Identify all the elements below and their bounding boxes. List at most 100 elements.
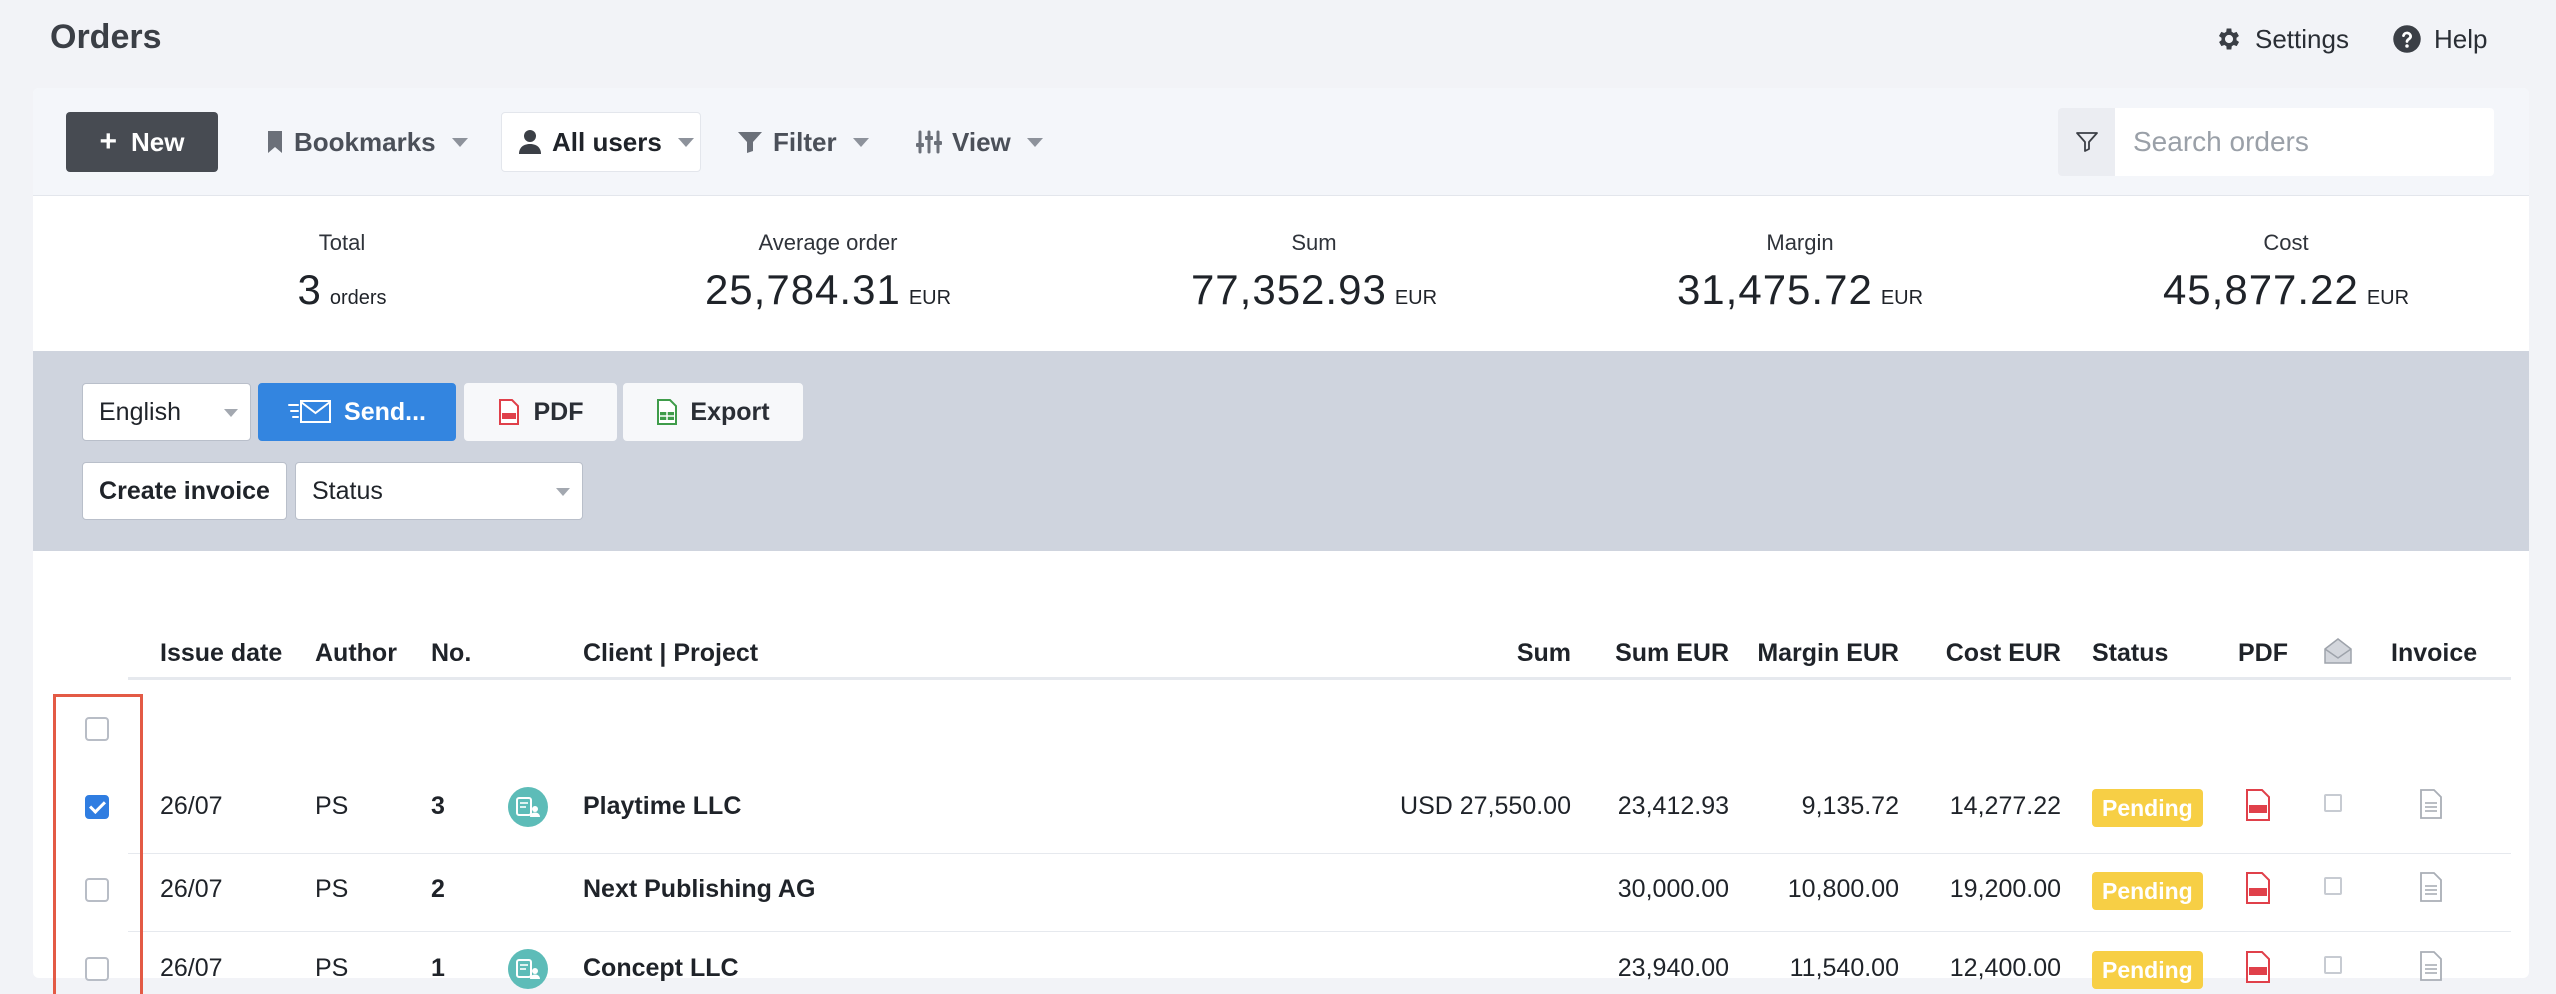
stat-sum: Sum 77,352.93 EUR (1071, 196, 1557, 314)
client-contact-icon (508, 787, 548, 827)
row-cost-eur: 14,277.22 (1949, 792, 2061, 820)
row-number[interactable]: 2 (431, 875, 445, 904)
document-icon[interactable] (2419, 951, 2443, 981)
chevron-down-icon (451, 137, 468, 147)
table-header-divider (128, 677, 2511, 680)
col-author[interactable]: Author (315, 639, 397, 668)
search-input[interactable] (2115, 108, 2494, 176)
col-sum[interactable]: Sum (1413, 639, 1571, 668)
bookmarks-dropdown[interactable]: Bookmarks (266, 112, 468, 172)
row-client[interactable]: Playtime LLC (583, 792, 741, 821)
send-label: Send... (344, 397, 426, 426)
chevron-down-icon (677, 137, 694, 147)
stat-margin: Margin 31,475.72 EUR (1557, 196, 2043, 314)
col-cost-eur[interactable]: Cost EUR (1909, 639, 2061, 668)
col-margin-eur[interactable]: Margin EUR (1739, 639, 1899, 668)
row-client[interactable]: Concept LLC (583, 954, 739, 983)
row-sum-eur: 30,000.00 (1617, 875, 1729, 903)
chevron-down-icon (1026, 137, 1043, 147)
open-envelope-icon (2323, 637, 2353, 665)
stat-cost: Cost 45,877.22 EUR (2043, 196, 2529, 314)
status-badge[interactable]: Pending (2092, 789, 2203, 827)
orders-table: Issue date Author No. Client | Project S… (33, 551, 2529, 994)
stat-average-unit: EUR (908, 287, 952, 309)
toolbar: + New Bookmarks All users Filter View Se… (33, 88, 2529, 196)
all-users-label: All users (552, 126, 662, 157)
row-issue-date: 26/07 (160, 954, 223, 982)
all-users-dropdown[interactable]: All users (501, 112, 701, 172)
row-cost-eur: 12,400.00 (1949, 954, 2061, 982)
row-margin-eur: 9,135.72 (1801, 792, 1899, 820)
stat-margin-label: Margin (1766, 230, 1834, 255)
row-issue-date: 26/07 (160, 792, 223, 820)
stat-total-value: 3 (297, 266, 322, 313)
stat-average-value: 25,784.31 (704, 266, 901, 313)
row-checkbox[interactable] (85, 795, 109, 819)
row-sum-eur: 23,940.00 (1617, 954, 1729, 982)
document-icon[interactable] (2419, 872, 2443, 902)
stat-sum-unit: EUR (1394, 287, 1438, 309)
status-select[interactable]: Status (295, 462, 583, 520)
language-value: English (99, 397, 181, 426)
help-link[interactable]: Help (2392, 20, 2487, 58)
language-select[interactable]: English (82, 383, 251, 441)
settings-link[interactable]: Settings (2215, 20, 2349, 58)
row-margin-eur: 10,800.00 (1787, 875, 1899, 903)
chevron-down-icon (556, 488, 570, 496)
row-author: PS (315, 875, 349, 903)
filter-dropdown[interactable]: Filter (737, 112, 869, 172)
export-label: Export (690, 397, 770, 426)
email-status-icon (2324, 956, 2342, 974)
col-sum-eur[interactable]: Sum EUR (1589, 639, 1729, 668)
new-order-button[interactable]: + New (66, 112, 218, 172)
new-button-label: New (131, 126, 185, 157)
status-select-value: Status (312, 476, 383, 505)
pdf-file-icon[interactable] (2245, 872, 2271, 904)
bookmark-icon (266, 130, 284, 154)
row-sum: USD 27,550.00 (1400, 792, 1571, 820)
col-no[interactable]: No. (431, 639, 471, 668)
row-author: PS (315, 954, 349, 982)
document-icon[interactable] (2419, 789, 2443, 819)
col-issue-date[interactable]: Issue date (160, 639, 282, 668)
row-divider (128, 853, 2511, 854)
stat-total-unit: orders (329, 287, 387, 309)
pdf-file-icon[interactable] (2245, 789, 2271, 821)
row-number[interactable]: 1 (431, 954, 445, 983)
status-badge[interactable]: Pending (2092, 872, 2203, 910)
sliders-icon (916, 130, 942, 154)
export-button[interactable]: Export (623, 383, 803, 441)
client-contact-icon (508, 949, 548, 989)
row-client[interactable]: Next Publishing AG (583, 875, 815, 904)
status-badge[interactable]: Pending (2092, 951, 2203, 989)
row-issue-date: 26/07 (160, 875, 223, 903)
funnel-outline-icon (2075, 130, 2099, 154)
col-client-project[interactable]: Client | Project (583, 639, 758, 668)
pdf-file-icon[interactable] (2245, 951, 2271, 983)
row-checkbox[interactable] (85, 878, 109, 902)
col-pdf: PDF (2238, 639, 2288, 667)
create-invoice-button[interactable]: Create invoice (82, 462, 287, 520)
settings-label: Settings (2255, 23, 2349, 54)
view-dropdown[interactable]: View (916, 112, 1043, 172)
stat-margin-value: 31,475.72 (1676, 266, 1873, 313)
bookmarks-label: Bookmarks (294, 126, 436, 157)
user-icon (518, 129, 542, 155)
search-filter-button[interactable] (2058, 108, 2115, 176)
send-button[interactable]: Send... (258, 383, 456, 441)
col-status[interactable]: Status (2092, 639, 2168, 668)
bulk-actions-area: English Send... PDF Export Create invoic… (33, 351, 2529, 551)
row-number[interactable]: 3 (431, 792, 445, 821)
row-checkbox[interactable] (85, 957, 109, 981)
gear-icon (2215, 25, 2243, 53)
view-label: View (952, 126, 1011, 157)
spreadsheet-file-icon (656, 399, 678, 425)
email-status-icon (2324, 794, 2342, 812)
help-label: Help (2434, 23, 2488, 54)
stat-sum-label: Sum (1291, 230, 1337, 255)
envelope-icon (288, 399, 332, 425)
chevron-down-icon (852, 137, 869, 147)
select-all-checkbox[interactable] (85, 717, 109, 741)
pdf-button[interactable]: PDF (464, 383, 617, 441)
page-title: Orders (50, 18, 162, 56)
